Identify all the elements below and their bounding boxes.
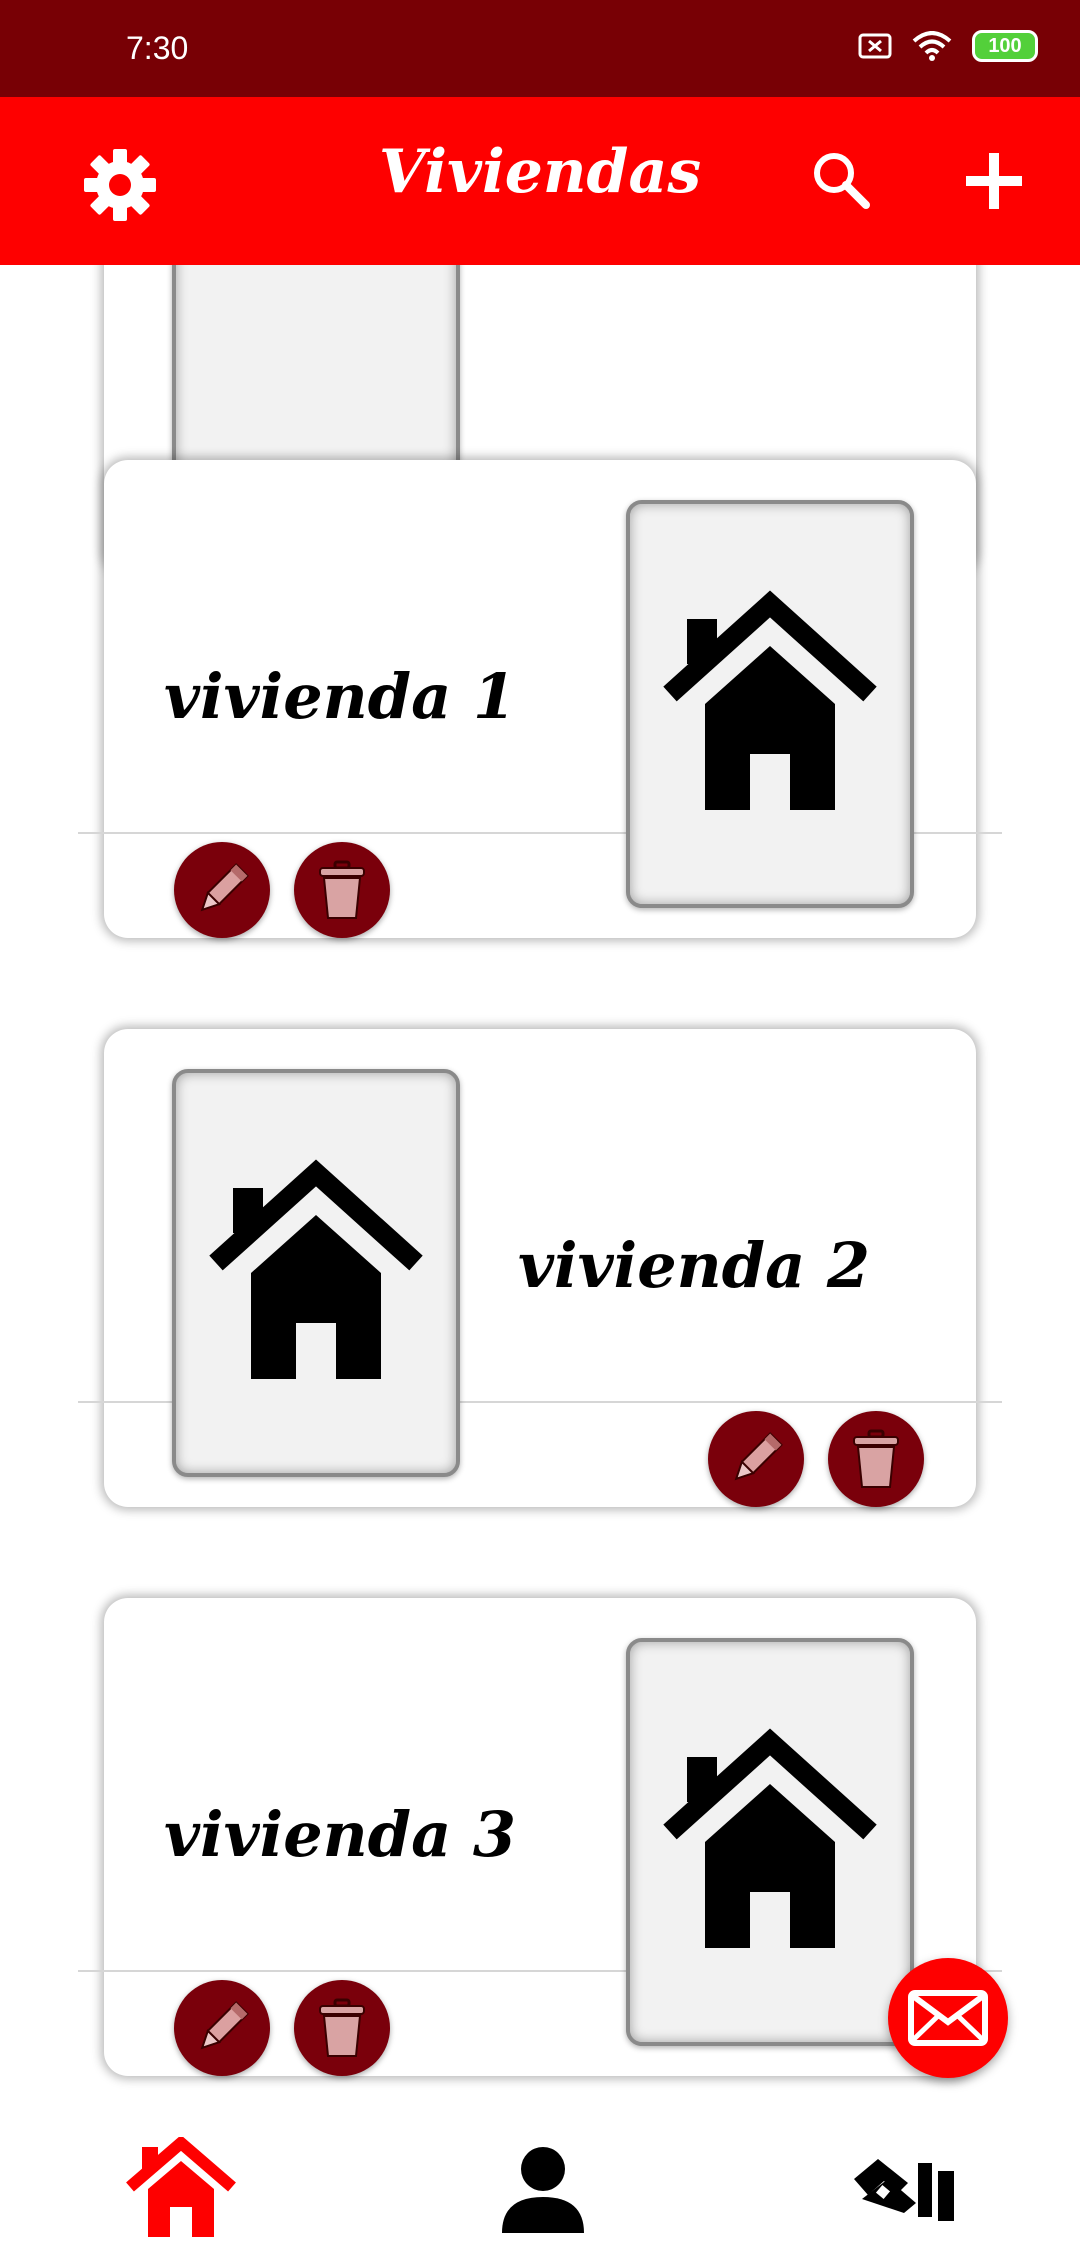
delete-button[interactable] [828,1411,924,1507]
battery-level: 100 [988,34,1022,57]
house-icon [663,1728,877,1948]
status-time: 7:30 [126,30,189,66]
housing-title: vivienda 2 [518,1229,870,1302]
housing-card[interactable]: vivienda 3 [78,1598,1002,2076]
status-bar: 7:30 100 [0,0,1080,97]
pencil-icon [734,1432,783,1481]
edit-button[interactable] [174,842,270,938]
bottom-nav [0,2125,1080,2246]
pencil-icon [200,2001,249,2050]
search-icon[interactable] [810,149,870,209]
trash-icon [853,1429,899,1488]
edit-button[interactable] [174,1980,270,2076]
housing-photo[interactable] [172,1069,460,1477]
trash-icon [319,1998,365,2057]
add-icon[interactable] [964,151,1024,211]
status-icons: 100 [858,30,1038,62]
housing-photo[interactable] [626,500,914,908]
wifi-icon [912,31,952,61]
housing-photo[interactable] [626,1638,914,2046]
pencil-icon [200,863,249,912]
contact-fab[interactable] [888,1958,1008,2078]
housing-title: vivienda 3 [164,1798,516,1871]
housing-title: vivienda 1 [164,660,516,733]
edit-button[interactable] [708,1411,804,1507]
notification-icon [858,33,892,59]
housing-list[interactable]: vivienda 1 vivienda 2 vivienda 3 [0,265,1080,2125]
person-icon[interactable] [498,2145,588,2235]
battery-icon: 100 [972,30,1038,62]
handshake-icon[interactable] [848,2149,958,2229]
trash-icon [319,860,365,919]
house-icon [209,1159,423,1379]
mail-icon [908,1990,988,2046]
delete-button[interactable] [294,1980,390,2076]
home-icon[interactable] [126,2137,236,2237]
housing-card[interactable]: vivienda 1 [78,460,1002,938]
delete-button[interactable] [294,842,390,938]
house-icon [663,590,877,810]
housing-card[interactable]: vivienda 2 [78,1029,1002,1507]
page-title: Viviendas [378,137,702,207]
app-bar: Viviendas [0,97,1080,265]
